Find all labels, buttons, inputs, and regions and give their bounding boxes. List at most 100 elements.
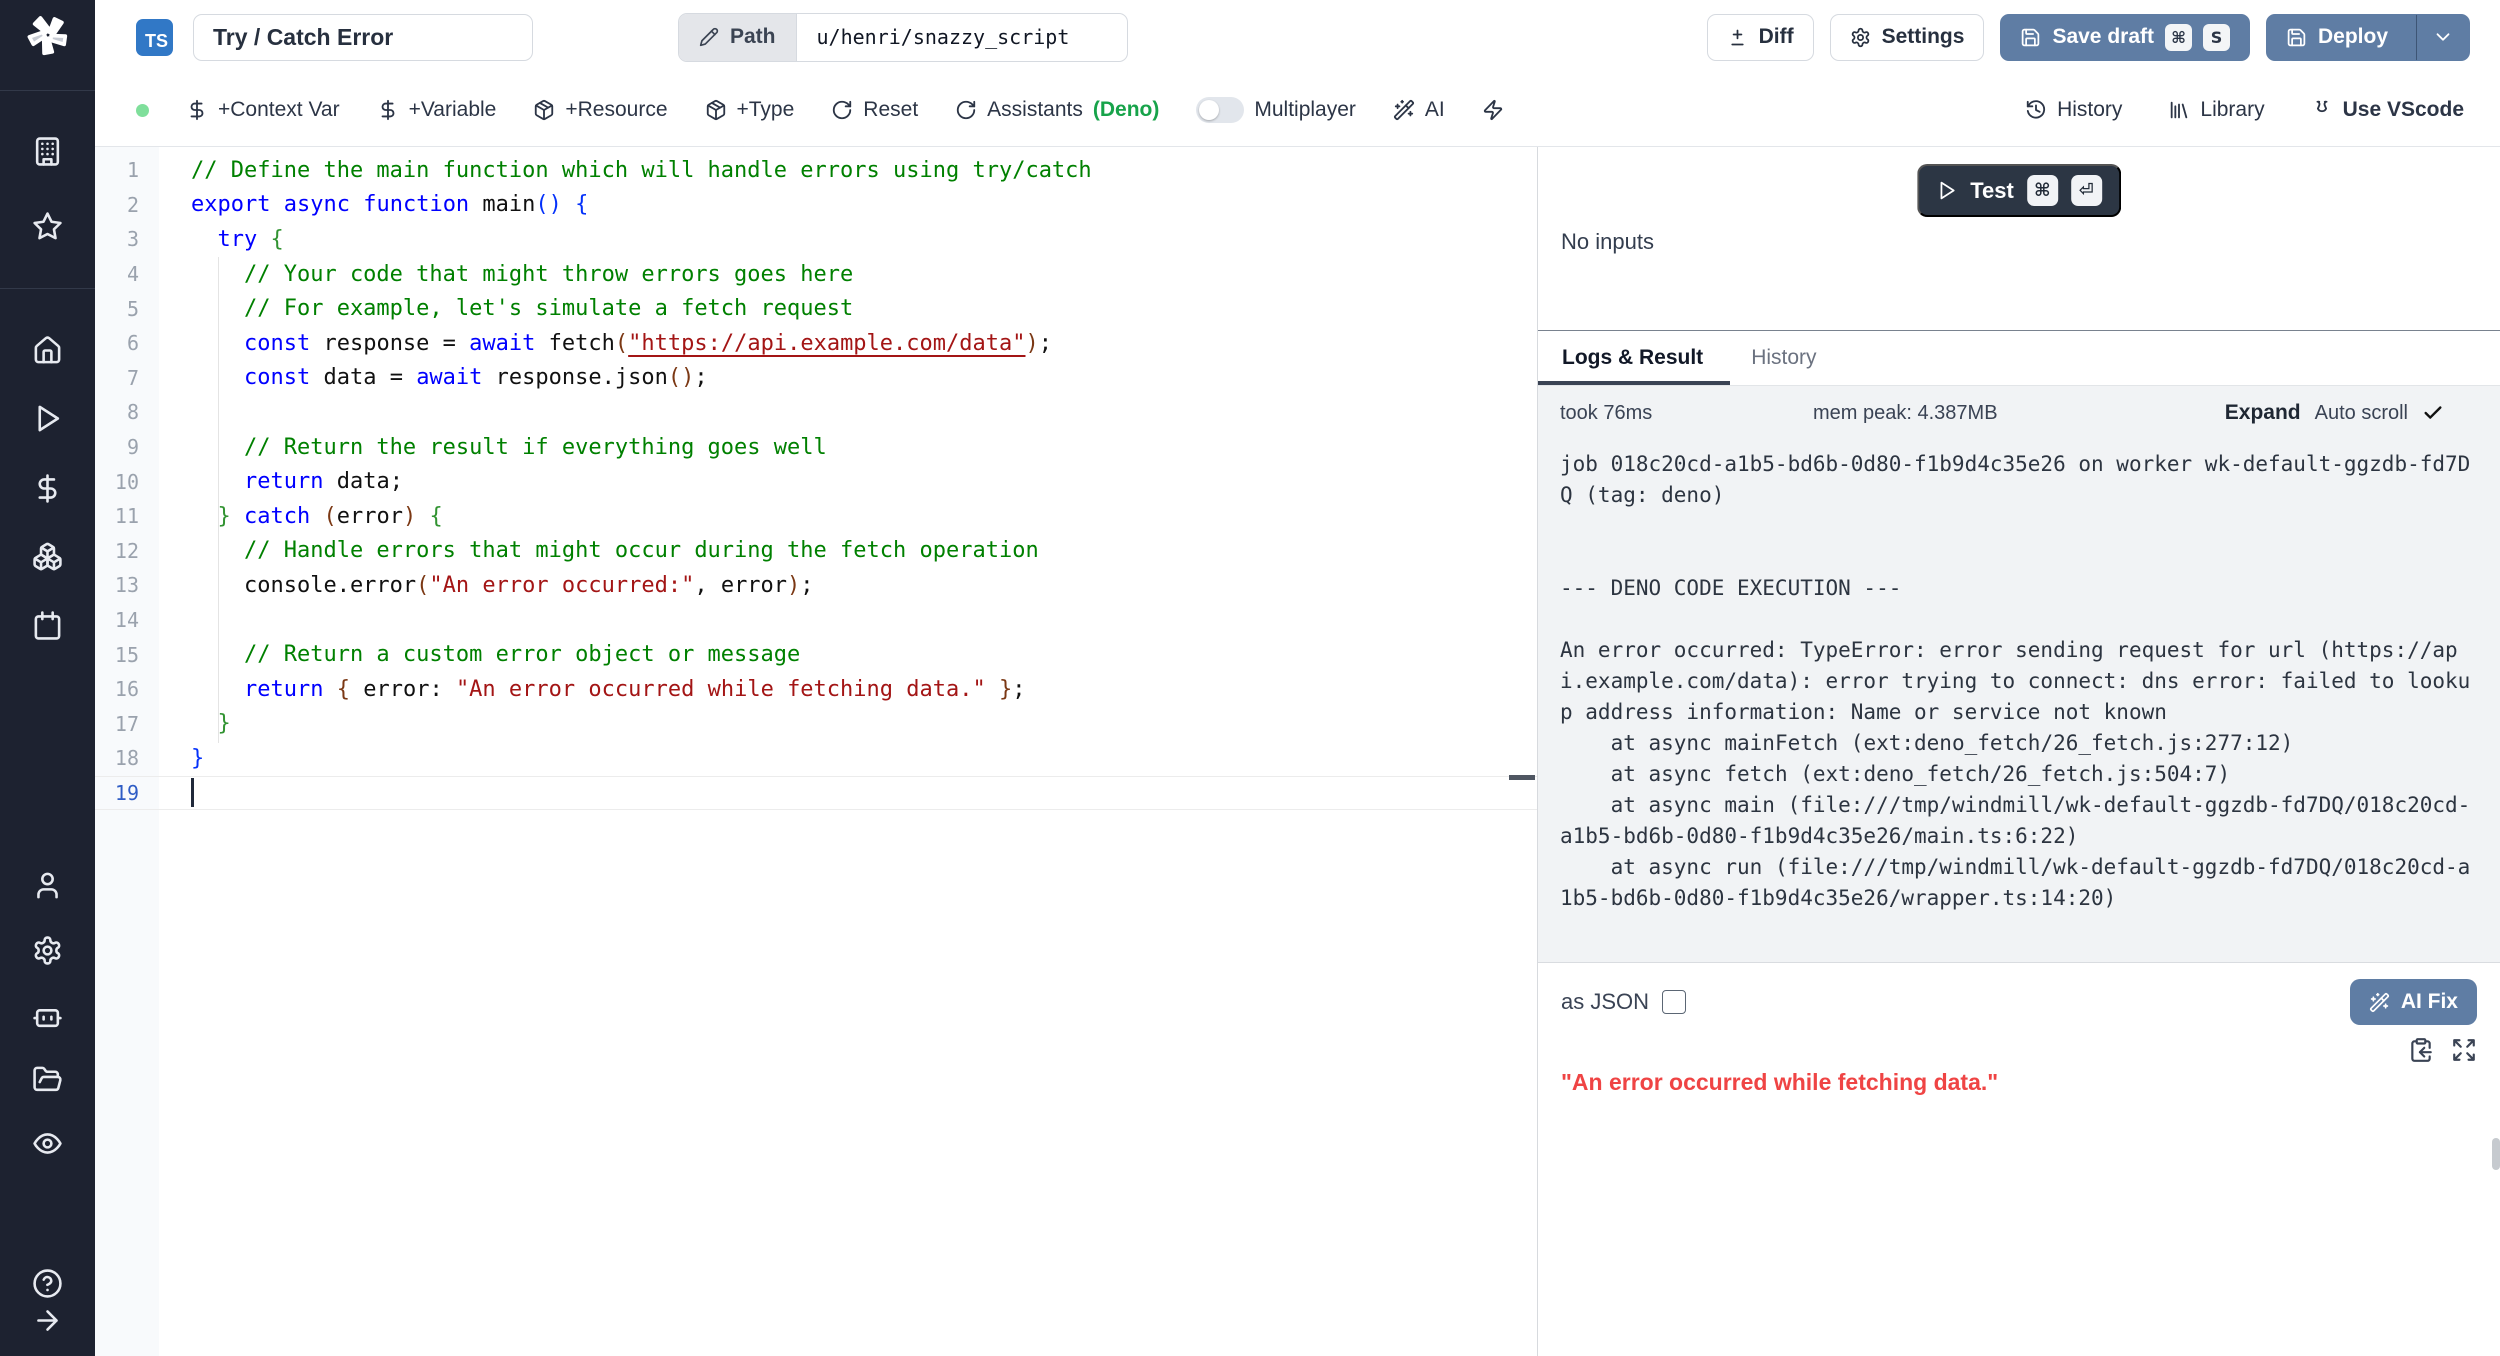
code-editor[interactable]: 1// Define the main function which will … xyxy=(95,147,1538,1356)
line-number: 18 xyxy=(95,746,139,770)
path-value[interactable]: u/henri/snazzy_script xyxy=(797,14,1127,61)
clipboard-copy-icon[interactable] xyxy=(2408,1037,2434,1063)
ai-fix-button[interactable]: AI Fix xyxy=(2350,979,2477,1025)
code-line[interactable]: 11 } catch (error) { xyxy=(95,499,1537,534)
code-line[interactable]: 12 // Handle errors that might occur dur… xyxy=(95,534,1537,569)
settings-button[interactable]: Settings xyxy=(1830,14,1985,61)
windmill-logo-icon[interactable] xyxy=(26,13,70,57)
tab-history[interactable]: History xyxy=(1751,331,1816,385)
code-line[interactable]: 1// Define the main function which will … xyxy=(95,153,1537,188)
deploy-dropdown[interactable] xyxy=(2416,15,2469,60)
toggle-switch[interactable] xyxy=(1196,97,1244,123)
add-type-button[interactable]: +Type xyxy=(705,98,795,122)
result-error-value: "An error occurred while fetching data." xyxy=(1561,1069,2477,1096)
auto-scroll-label[interactable]: Auto scroll xyxy=(2315,402,2408,425)
code-line[interactable]: 16 return { error: "An error occurred wh… xyxy=(95,672,1537,707)
save-icon xyxy=(2020,27,2041,48)
add-variable-button[interactable]: +Variable xyxy=(377,98,497,122)
expand-logs-button[interactable]: Expand xyxy=(2225,401,2301,425)
assistants-button[interactable]: Assistants (Deno) xyxy=(955,98,1159,122)
code-line[interactable]: 7 const data = await response.json(); xyxy=(95,361,1537,396)
folders-icon[interactable] xyxy=(32,1064,63,1095)
code-line[interactable]: 2export async function main() { xyxy=(95,188,1537,223)
as-json-checkbox[interactable] xyxy=(1662,990,1686,1014)
code-line[interactable]: 13 console.error("An error occurred:", e… xyxy=(95,568,1537,603)
code-line[interactable]: 9 // Return the result if everything goe… xyxy=(95,430,1537,465)
mem-peak-label: mem peak: 4.387MB xyxy=(1813,402,1998,425)
kbd-s: S xyxy=(2203,24,2230,51)
test-panel: Test ⌘ ⏎ No inputs Logs & Result History… xyxy=(1538,147,2500,1356)
workspace-building-icon[interactable] xyxy=(32,136,63,167)
wand-sparkles-icon xyxy=(1393,99,1415,121)
top-bar: TS Try / Catch Error Path u/henri/snazzy… xyxy=(95,0,2500,74)
line-number: 19 xyxy=(95,781,139,805)
divider xyxy=(0,90,95,91)
code-line[interactable]: 19 xyxy=(95,776,1537,811)
lightning-button[interactable] xyxy=(1482,99,1504,121)
kbd-enter: ⏎ xyxy=(2071,175,2102,206)
path-field[interactable]: Path u/henri/snazzy_script xyxy=(678,13,1128,62)
code-line[interactable]: 8 xyxy=(95,395,1537,430)
editor-toolbar: +Context Var +Variable +Resource +Type R… xyxy=(95,74,2500,147)
package-icon xyxy=(705,99,727,121)
code-line[interactable]: 6 const response = await fetch("https://… xyxy=(95,326,1537,361)
line-number: 12 xyxy=(95,539,139,563)
line-number: 9 xyxy=(95,435,139,459)
diff-icon xyxy=(1727,27,1748,48)
line-number: 11 xyxy=(95,504,139,528)
as-json-label: as JSON xyxy=(1561,989,1649,1015)
reset-button[interactable]: Reset xyxy=(831,98,918,122)
help-icon[interactable] xyxy=(32,1268,63,1299)
tab-logs-result[interactable]: Logs & Result xyxy=(1562,331,1703,385)
kbd-cmd: ⌘ xyxy=(2027,175,2058,206)
add-context-var-button[interactable]: +Context Var xyxy=(186,98,340,122)
library-button[interactable]: Library xyxy=(2168,98,2264,122)
diff-button[interactable]: Diff xyxy=(1707,14,1814,61)
add-resource-button[interactable]: +Resource xyxy=(533,98,667,122)
pencil-icon xyxy=(699,27,719,47)
code-line[interactable]: 4 // Your code that might throw errors g… xyxy=(95,257,1537,292)
rotate-cw-icon xyxy=(955,99,977,121)
result-pane: as JSON AI Fix "An error occurred while … xyxy=(1538,962,2500,1356)
audit-eye-icon[interactable] xyxy=(32,1128,63,1159)
duration-label: took 76ms xyxy=(1560,402,1813,425)
expand-icon[interactable] xyxy=(2451,1037,2477,1063)
script-title-input[interactable]: Try / Catch Error xyxy=(193,14,533,61)
deploy-button[interactable]: Deploy xyxy=(2266,14,2470,61)
workers-bot-icon[interactable] xyxy=(32,1000,63,1031)
zap-icon xyxy=(1482,99,1504,121)
use-vscode-button[interactable]: Use VScode xyxy=(2311,98,2464,122)
code-line[interactable]: 14 xyxy=(95,603,1537,638)
ai-button[interactable]: AI xyxy=(1393,98,1445,122)
logs-pane[interactable]: took 76ms mem peak: 4.387MB Expand Auto … xyxy=(1538,385,2500,962)
resources-boxes-icon[interactable] xyxy=(32,541,63,572)
check-icon[interactable] xyxy=(2422,402,2444,424)
runs-play-icon[interactable] xyxy=(32,403,63,434)
user-icon[interactable] xyxy=(32,870,63,901)
typescript-badge: TS xyxy=(136,19,173,56)
code-line[interactable]: 5 // For example, let's simulate a fetch… xyxy=(95,291,1537,326)
path-label: Path xyxy=(679,14,797,61)
code-line[interactable]: 17 } xyxy=(95,707,1537,742)
line-number: 10 xyxy=(95,470,139,494)
line-number: 7 xyxy=(95,366,139,390)
test-button[interactable]: Test ⌘ ⏎ xyxy=(1917,164,2121,217)
code-line[interactable]: 3 try { xyxy=(95,222,1537,257)
history-button[interactable]: History xyxy=(2025,98,2122,122)
wand-sparkles-icon xyxy=(2369,992,2390,1013)
code-line[interactable]: 18} xyxy=(95,741,1537,776)
save-draft-button[interactable]: Save draft ⌘ S xyxy=(2000,14,2250,61)
scrollbar-thumb[interactable] xyxy=(2492,1138,2500,1170)
variables-dollar-icon[interactable] xyxy=(32,473,63,504)
code-line[interactable]: 15 // Return a custom error object or me… xyxy=(95,637,1537,672)
code-line[interactable]: 10 return data; xyxy=(95,464,1537,499)
line-number: 1 xyxy=(95,158,139,182)
home-icon[interactable] xyxy=(32,335,63,366)
text-cursor xyxy=(191,778,194,807)
favorites-star-icon[interactable] xyxy=(32,211,63,242)
multiplayer-toggle[interactable]: Multiplayer xyxy=(1196,97,1356,123)
settings-gear-icon[interactable] xyxy=(32,935,63,966)
schedules-calendar-icon[interactable] xyxy=(32,610,63,641)
expand-sidebar-arrow-icon[interactable] xyxy=(32,1305,63,1336)
line-number: 5 xyxy=(95,297,139,321)
